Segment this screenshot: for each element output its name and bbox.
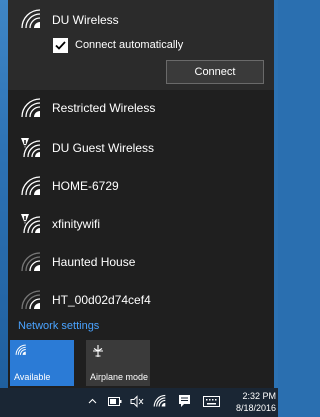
network-item[interactable]: HOME-6729 — [8, 168, 274, 208]
keyboard-icon[interactable] — [203, 396, 220, 407]
wifi-weak-icon — [21, 290, 41, 310]
tile-available-label: Available — [14, 372, 51, 382]
selected-network-card[interactable]: DU Wireless Connect automatically Connec… — [8, 0, 274, 90]
clock[interactable]: 2:32 PM 8/18/2016 — [236, 390, 276, 414]
selected-network-name: DU Wireless — [52, 13, 119, 27]
chevron-up-icon[interactable] — [88, 398, 97, 404]
network-name: HOME-6729 — [52, 179, 119, 193]
taskbar: 2:32 PM 8/18/2016 — [0, 388, 278, 417]
wifi-icon — [21, 9, 41, 29]
network-name: xfinitywifi — [52, 217, 101, 231]
network-name: DU Guest Wireless — [52, 141, 155, 155]
connect-automatically-checkbox[interactable] — [53, 38, 68, 53]
wifi-icon — [21, 98, 41, 118]
desktop-background-right — [274, 0, 278, 388]
network-item[interactable]: Haunted House — [8, 244, 274, 284]
connect-button[interactable]: Connect — [166, 60, 264, 84]
network-item[interactable]: xfinitywifi — [8, 206, 274, 246]
network-name: Restricted Wireless — [52, 101, 156, 115]
airplane-icon — [93, 345, 103, 357]
tile-airplane-mode[interactable]: Airplane mode — [86, 340, 150, 386]
volume-icon[interactable] — [130, 395, 144, 408]
action-center-icon[interactable] — [178, 394, 191, 409]
clock-time: 2:32 PM — [242, 391, 276, 401]
wifi-icon — [21, 176, 41, 196]
wifi-open-warning-icon — [21, 138, 41, 158]
network-name: HT_00d02d74cef4 — [52, 293, 151, 307]
wifi-icon — [15, 344, 26, 355]
network-item[interactable]: HT_00d02d74cef4 — [8, 282, 274, 322]
wifi-weak-icon — [21, 252, 41, 272]
battery-icon[interactable] — [108, 397, 122, 406]
desktop-background — [0, 0, 8, 388]
network-name: Haunted House — [52, 255, 136, 269]
network-item[interactable]: DU Guest Wireless — [8, 130, 274, 170]
network-settings-link[interactable]: Network settings — [18, 320, 99, 332]
tile-available[interactable]: Available — [10, 340, 74, 386]
connect-automatically-label[interactable]: Connect automatically — [75, 39, 183, 51]
clock-date: 8/18/2016 — [235, 403, 276, 413]
network-item[interactable]: Restricted Wireless — [8, 90, 274, 130]
wifi-open-warning-icon — [21, 214, 41, 234]
wifi-icon[interactable] — [153, 394, 169, 408]
tile-airplane-label: Airplane mode — [90, 372, 149, 382]
checkmark-icon — [55, 41, 66, 50]
network-flyout: DU Wireless Connect automatically Connec… — [8, 0, 274, 388]
